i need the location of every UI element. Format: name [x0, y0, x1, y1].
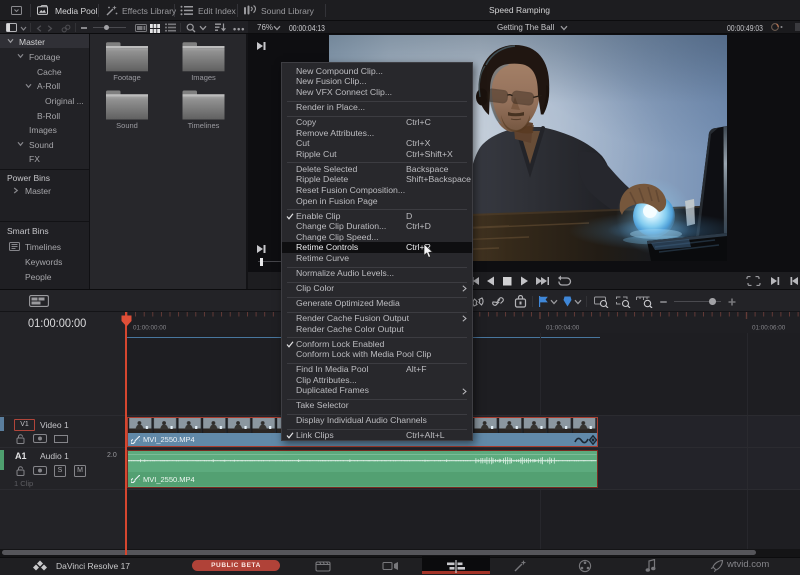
svg-text:01:00:00:00: 01:00:00:00: [133, 325, 167, 332]
svg-text:01:00:06:00: 01:00:06:00: [752, 325, 786, 332]
svg-text:01:00:04:00: 01:00:04:00: [546, 325, 580, 332]
